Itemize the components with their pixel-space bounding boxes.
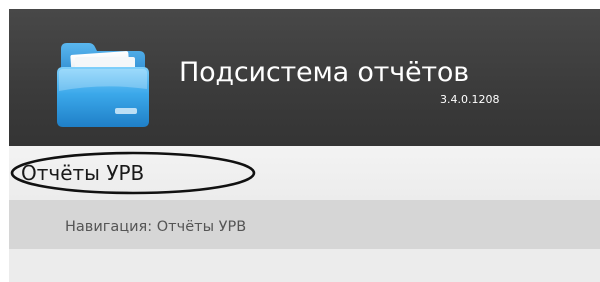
main-menu-bar: Отчёты УРВ: [9, 146, 600, 200]
folder-icon: [57, 43, 149, 127]
app-title: Подсистема отчётов: [179, 57, 469, 88]
breadcrumb: Навигация: Отчёты УРВ: [65, 219, 247, 235]
menu-item-time-attendance-reports[interactable]: Отчёты УРВ: [21, 161, 144, 185]
report-subsystem-app: Подсистема отчётов 3.4.0.1208 Отчёты УРВ…: [0, 0, 600, 282]
content-area: [9, 249, 600, 282]
app-version: 3.4.0.1208: [440, 93, 500, 106]
app-header: Подсистема отчётов 3.4.0.1208: [9, 9, 600, 146]
breadcrumb-bar: Навигация: Отчёты УРВ: [9, 200, 600, 249]
